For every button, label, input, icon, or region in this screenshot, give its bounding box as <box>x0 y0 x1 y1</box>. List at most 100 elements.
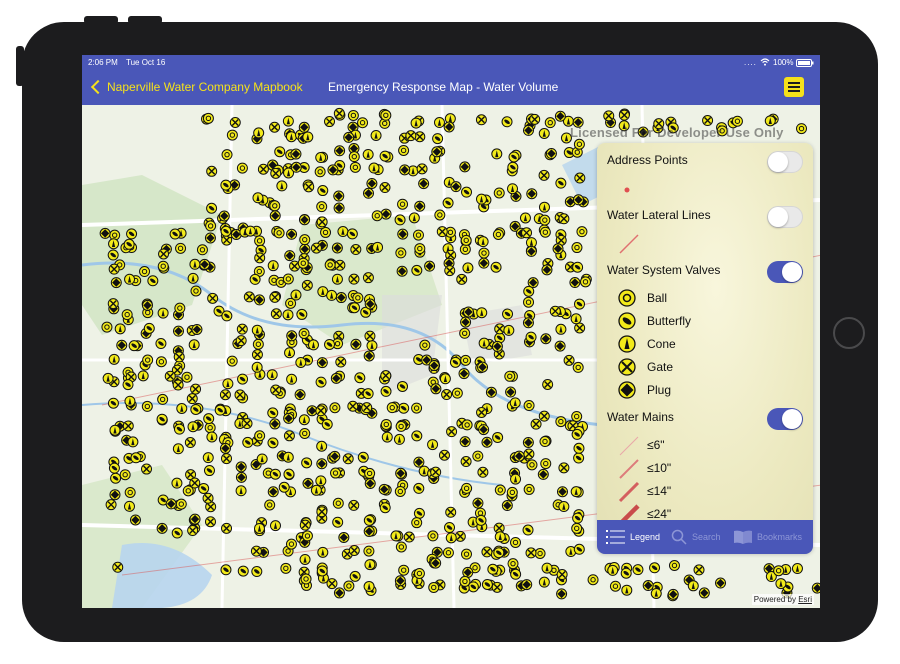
gate-valve-marker[interactable] <box>229 116 241 128</box>
cone-valve-marker[interactable] <box>282 309 294 321</box>
butterfly-valve-marker[interactable] <box>507 161 519 173</box>
ball-valve-marker[interactable] <box>139 266 151 278</box>
cone-valve-marker[interactable] <box>507 183 519 195</box>
ball-valve-marker[interactable] <box>427 530 439 542</box>
cone-valve-marker[interactable] <box>433 117 445 129</box>
gate-valve-marker[interactable] <box>122 420 134 432</box>
plug-valve-marker[interactable] <box>333 190 345 202</box>
butterfly-valve-marker[interactable] <box>442 197 454 209</box>
butterfly-valve-marker[interactable] <box>363 514 375 526</box>
ball-valve-marker[interactable] <box>398 564 410 576</box>
cone-valve-marker[interactable] <box>202 452 214 464</box>
plug-valve-marker[interactable] <box>330 372 342 384</box>
gate-valve-marker[interactable] <box>444 265 456 277</box>
cone-valve-marker[interactable] <box>509 397 521 409</box>
cone-valve-marker[interactable] <box>538 201 550 213</box>
cone-valve-marker[interactable] <box>189 258 201 270</box>
cone-valve-marker[interactable] <box>494 531 506 543</box>
ball-valve-marker[interactable] <box>434 209 446 221</box>
ball-valve-marker[interactable] <box>121 309 133 321</box>
butterfly-valve-marker[interactable] <box>274 146 286 158</box>
cone-valve-marker[interactable] <box>299 553 311 565</box>
gate-valve-marker[interactable] <box>173 351 185 363</box>
cone-valve-marker[interactable] <box>137 370 149 382</box>
gate-valve-marker[interactable] <box>529 113 541 125</box>
plug-valve-marker[interactable] <box>428 360 440 372</box>
ball-valve-marker[interactable] <box>540 458 552 470</box>
gate-valve-marker[interactable] <box>235 335 247 347</box>
butterfly-valve-marker[interactable] <box>316 565 328 577</box>
butterfly-valve-marker[interactable] <box>632 564 644 576</box>
cone-valve-marker[interactable] <box>282 115 294 127</box>
ball-valve-marker[interactable] <box>300 573 312 585</box>
ball-valve-marker[interactable] <box>380 418 392 430</box>
butterfly-valve-marker[interactable] <box>444 522 456 534</box>
ball-valve-marker[interactable] <box>544 117 556 129</box>
cone-valve-marker[interactable] <box>302 131 314 143</box>
ball-valve-marker[interactable] <box>539 214 551 226</box>
ball-valve-marker[interactable] <box>506 486 518 498</box>
plug-valve-marker[interactable] <box>283 412 295 424</box>
gate-valve-marker[interactable] <box>269 291 281 303</box>
gate-valve-marker[interactable] <box>530 418 542 430</box>
gate-valve-marker[interactable] <box>334 259 346 271</box>
ball-valve-marker[interactable] <box>226 355 238 367</box>
plug-valve-marker[interactable] <box>394 575 406 587</box>
gate-valve-marker[interactable] <box>491 581 503 593</box>
ball-valve-marker[interactable] <box>398 144 410 156</box>
gate-valve-marker[interactable] <box>558 462 570 474</box>
gate-valve-marker[interactable] <box>454 530 466 542</box>
plug-valve-marker[interactable] <box>334 145 346 157</box>
cone-valve-marker[interactable] <box>337 226 349 238</box>
butterfly-valve-marker[interactable] <box>171 527 183 539</box>
butterfly-valve-marker[interactable] <box>107 397 119 409</box>
cone-valve-marker[interactable] <box>439 373 451 385</box>
ball-valve-marker[interactable] <box>523 483 535 495</box>
plug-valve-marker[interactable] <box>554 110 566 122</box>
plug-valve-marker[interactable] <box>522 317 534 329</box>
plug-valve-marker[interactable] <box>552 243 564 255</box>
gate-valve-marker[interactable] <box>270 167 282 179</box>
butterfly-valve-marker[interactable] <box>269 468 281 480</box>
butterfly-valve-marker[interactable] <box>321 418 333 430</box>
ball-valve-marker[interactable] <box>285 297 297 309</box>
butterfly-valve-marker[interactable] <box>354 372 366 384</box>
ball-valve-marker[interactable] <box>364 467 376 479</box>
plug-valve-marker[interactable] <box>413 456 425 468</box>
ball-valve-marker[interactable] <box>587 574 599 586</box>
ball-valve-marker[interactable] <box>190 285 202 297</box>
ball-valve-marker[interactable] <box>526 459 538 471</box>
gate-valve-marker[interactable] <box>243 291 255 303</box>
gate-valve-marker[interactable] <box>574 322 586 334</box>
plug-valve-marker[interactable] <box>698 587 710 599</box>
ball-valve-marker[interactable] <box>461 482 473 494</box>
butterfly-valve-marker[interactable] <box>523 285 535 297</box>
ball-valve-marker[interactable] <box>254 235 266 247</box>
plug-valve-marker[interactable] <box>418 178 430 190</box>
butterfly-valve-marker[interactable] <box>346 228 358 240</box>
cone-valve-marker[interactable] <box>172 443 184 455</box>
cone-valve-marker[interactable] <box>390 530 402 542</box>
cone-valve-marker[interactable] <box>326 289 338 301</box>
cone-valve-marker[interactable] <box>187 272 199 284</box>
gate-valve-marker[interactable] <box>254 252 266 264</box>
ball-valve-marker[interactable] <box>571 242 583 254</box>
butterfly-valve-marker[interactable] <box>380 385 392 397</box>
plug-valve-marker[interactable] <box>335 292 347 304</box>
cone-valve-marker[interactable] <box>368 162 380 174</box>
gate-valve-marker[interactable] <box>456 273 468 285</box>
ball-valve-marker[interactable] <box>316 201 328 213</box>
butterfly-valve-marker[interactable] <box>481 578 493 590</box>
hamburger-menu-icon[interactable] <box>784 77 804 97</box>
cone-valve-marker[interactable] <box>791 563 803 575</box>
butterfly-valve-marker[interactable] <box>169 228 181 240</box>
gate-valve-marker[interactable] <box>348 273 360 285</box>
ball-valve-marker[interactable] <box>395 420 407 432</box>
cone-valve-marker[interactable] <box>445 532 457 544</box>
plug-valve-marker[interactable] <box>481 436 493 448</box>
plug-valve-marker[interactable] <box>396 265 408 277</box>
cone-valve-marker[interactable] <box>538 576 550 588</box>
gate-valve-marker[interactable] <box>105 499 117 511</box>
butterfly-valve-marker[interactable] <box>398 402 410 414</box>
butterfly-valve-marker[interactable] <box>249 273 261 285</box>
